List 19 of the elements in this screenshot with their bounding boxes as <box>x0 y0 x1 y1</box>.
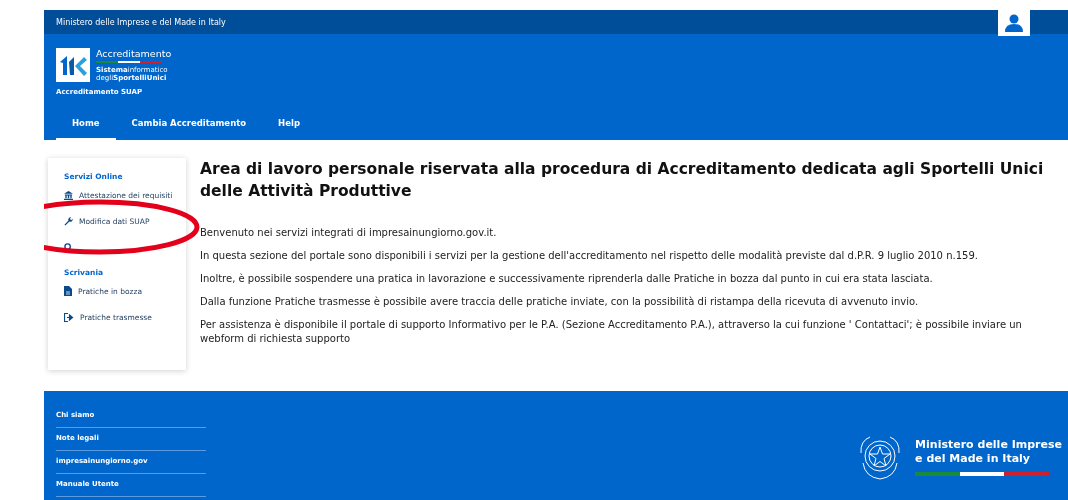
nav-tab[interactable]: Home <box>56 109 116 140</box>
nav-tab[interactable]: Help <box>262 109 316 140</box>
page-heading: Area di lavoro personale riservata alla procedura di Accreditamento dedicata agli Sportelli Unici delle Attività Produttive <box>200 159 1045 202</box>
user-button[interactable] <box>998 10 1030 36</box>
user-icon <box>1004 13 1024 33</box>
wrench-icon <box>64 216 73 226</box>
exit-icon <box>64 312 74 322</box>
paragraph: Per assistenza è disponibile il portale di supporto Informativo per le P.A. (Sezione Accreditamento P.A.), attraverso la cui funzione ' Contattaci'; è possibile inviare un webform di richiesta supporto <box>200 318 1023 346</box>
logo-title: Accreditamento <box>96 48 172 60</box>
ministry-name: Ministero delle Imprese e del Made in Italy <box>56 17 226 27</box>
paragraph: In questa sezione del portale sono disponibili i servizi per la gestione dell'accreditamento nel rispetto delle modalità previste dal d.P.R. 9 luglio 2010 n.159. <box>200 249 979 263</box>
nav-tab[interactable]: Cambia Accreditamento <box>115 109 263 140</box>
paragraph: Dalla funzione Pratiche trasmesse è possibile avere traccia delle pratiche inviate, con la possibilità di ristampa della ricevuta di avvenuto invio. <box>200 295 920 309</box>
logo-icon <box>56 48 90 82</box>
file-icon <box>64 286 72 296</box>
paragraph: Inoltre, è possibile sospendere una pratica in lavorazione e successivamente riprenderla dalle Pratiche in bozza dal punto in cui era stata lasciata. <box>200 272 934 286</box>
bank-icon <box>64 190 73 200</box>
ministry-logo-name: Ministero delle Imprese e del Made in Italy <box>915 437 1062 466</box>
paragraph: Benvenuto nei servizi integrati di impresainungiorno.gov.it. <box>200 226 498 240</box>
